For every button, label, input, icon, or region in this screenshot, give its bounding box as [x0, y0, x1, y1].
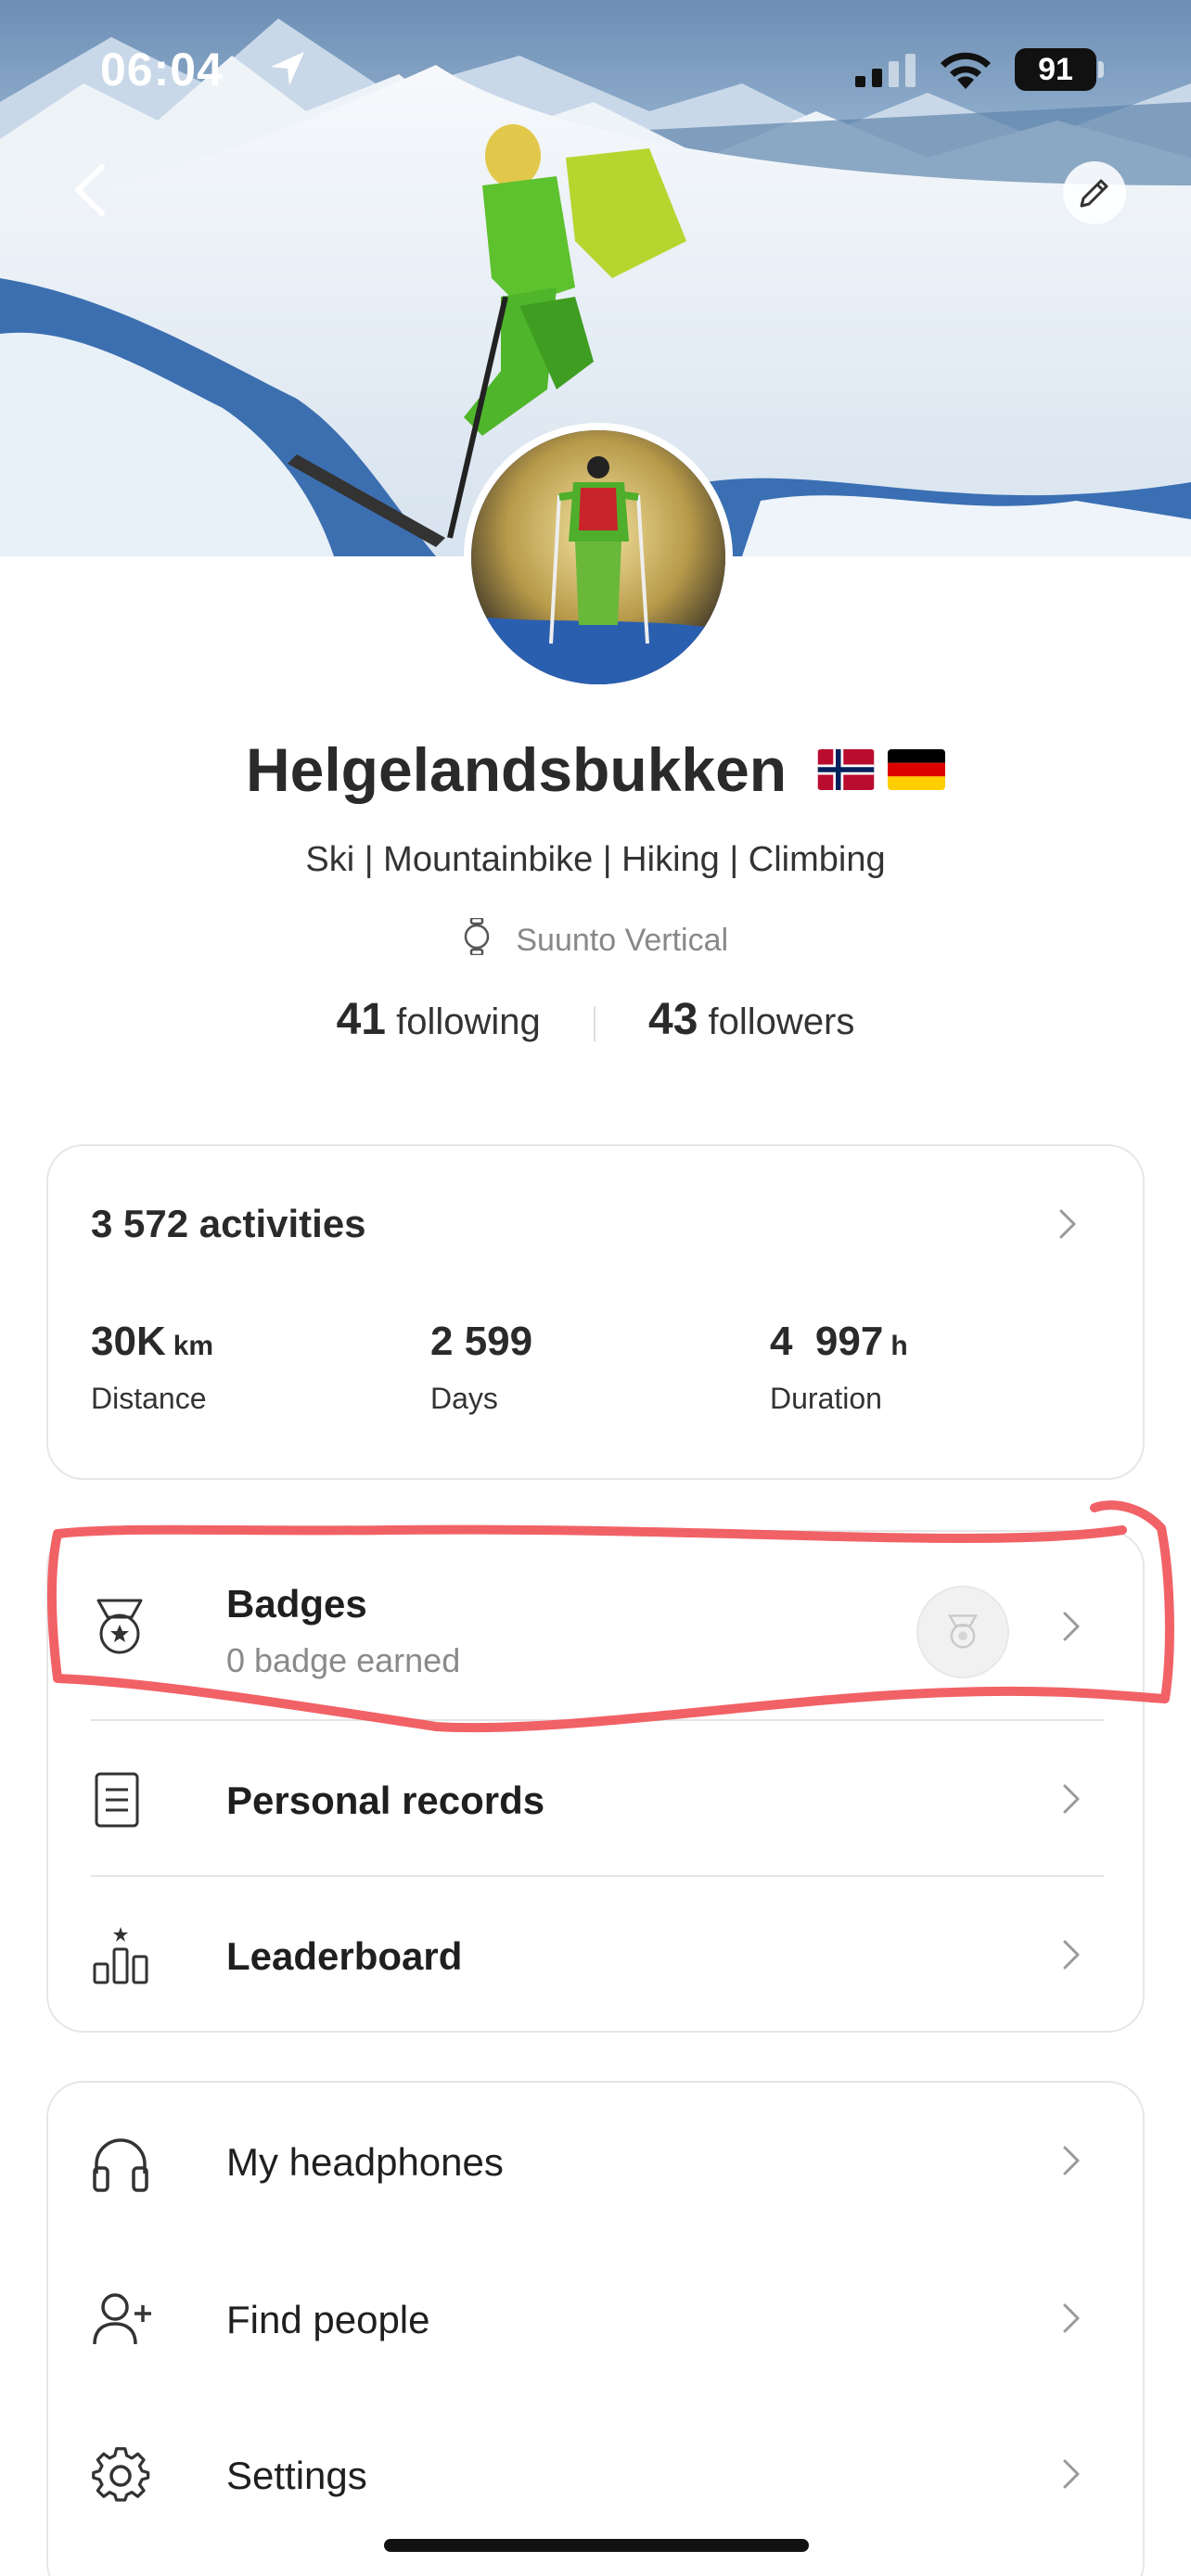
edit-profile-button[interactable]: [1063, 161, 1126, 224]
back-button[interactable]: [65, 158, 121, 223]
activities-card[interactable]: 3 572 activities 30K km Distance 2 599 Da…: [46, 1144, 1145, 1480]
personal-records-row[interactable]: Personal records: [91, 1721, 1104, 1875]
stat-value: 30K: [91, 1319, 166, 1364]
medal-icon: [91, 1597, 148, 1663]
profile-name: Helgelandsbukken: [245, 735, 788, 804]
find-people-row[interactable]: Find people: [91, 2240, 1104, 2396]
stat-label: Distance: [91, 1382, 207, 1415]
stat-label: Duration: [770, 1382, 882, 1415]
leaderboard-label: Leaderboard: [226, 1934, 463, 1978]
home-indicator[interactable]: [384, 2539, 809, 2552]
podium-icon: [91, 1925, 150, 1989]
chevron-right-icon: [1063, 2146, 1080, 2175]
chevron-right-icon: [1063, 1612, 1080, 1641]
following-label: following: [396, 1001, 541, 1042]
status-time: 06:04: [100, 44, 224, 96]
settings-row[interactable]: Settings: [91, 2396, 1104, 2552]
location-arrow-icon: [267, 48, 308, 94]
avatar[interactable]: [464, 423, 733, 692]
chevron-left-icon: [75, 164, 105, 216]
followers-count: 43: [648, 995, 698, 1044]
add-person-icon: [91, 2290, 152, 2353]
stat-value: 2 599: [430, 1319, 533, 1364]
stat-distance: 30K km Distance: [91, 1319, 213, 1416]
medal-placeholder-icon: [948, 1614, 978, 1649]
achievements-card: Badges 0 badge earned Personal records L…: [46, 1530, 1145, 2033]
chevron-right-icon: [1063, 1784, 1080, 1814]
stat-unit: km: [173, 1331, 214, 1361]
device-name: Suunto Vertical: [516, 923, 729, 958]
personal-records-label: Personal records: [226, 1779, 545, 1822]
cellular-signal-icon: [855, 54, 916, 92]
germany-flag-icon: [888, 749, 946, 790]
profile-name-row: Helgelandsbukken: [0, 734, 1191, 805]
following-link[interactable]: 41 following: [337, 995, 541, 1044]
menu-card: My headphones Find people Settings: [46, 2081, 1145, 2576]
chevron-right-icon: [1059, 1209, 1076, 1239]
norway-flag-icon: [817, 749, 875, 790]
headphones-icon: [91, 2135, 150, 2199]
follow-divider: [593, 1006, 596, 1042]
gear-icon: [91, 2446, 150, 2510]
device-row: Suunto Vertical: [0, 916, 1191, 963]
find-people-label: Find people: [226, 2298, 430, 2341]
followers-label: followers: [708, 1001, 855, 1042]
pencil-icon: [1080, 179, 1108, 208]
stat-label: Days: [430, 1382, 498, 1415]
stat-duration: 4 997 h Duration: [770, 1319, 908, 1416]
battery-indicator: 91: [1015, 48, 1096, 91]
badges-label: Badges: [226, 1582, 367, 1626]
badge-preview: [916, 1586, 1009, 1678]
my-headphones-label: My headphones: [226, 2140, 504, 2184]
stat-unit: h: [890, 1331, 908, 1361]
status-bar: 06:04 91: [0, 0, 1191, 139]
activities-title: 3 572 activities: [91, 1202, 366, 1245]
stat-days: 2 599 Days: [430, 1319, 540, 1416]
battery-tip: [1098, 61, 1104, 78]
watch-icon: [463, 916, 491, 963]
leaderboard-row[interactable]: Leaderboard: [91, 1877, 1104, 2033]
badges-row[interactable]: Badges 0 badge earned: [91, 1532, 1104, 1717]
chevron-right-icon: [1063, 1940, 1080, 1970]
badges-sub: 0 badge earned: [226, 1641, 461, 1679]
wifi-icon: [937, 48, 994, 96]
document-icon: [91, 1771, 143, 1833]
sports-list: Ski | Mountainbike | Hiking | Climbing: [305, 840, 886, 879]
chevron-right-icon: [1063, 2303, 1080, 2333]
chevron-right-icon: [1063, 2459, 1080, 2489]
my-headphones-row[interactable]: My headphones: [91, 2083, 1104, 2240]
stat-value: 4 997: [770, 1319, 884, 1364]
follow-stats: 41 following 43 followers: [0, 994, 1191, 1045]
flags: [808, 749, 946, 790]
followers-link[interactable]: 43 followers: [648, 995, 855, 1044]
following-count: 41: [336, 995, 386, 1044]
settings-label: Settings: [226, 2454, 367, 2497]
